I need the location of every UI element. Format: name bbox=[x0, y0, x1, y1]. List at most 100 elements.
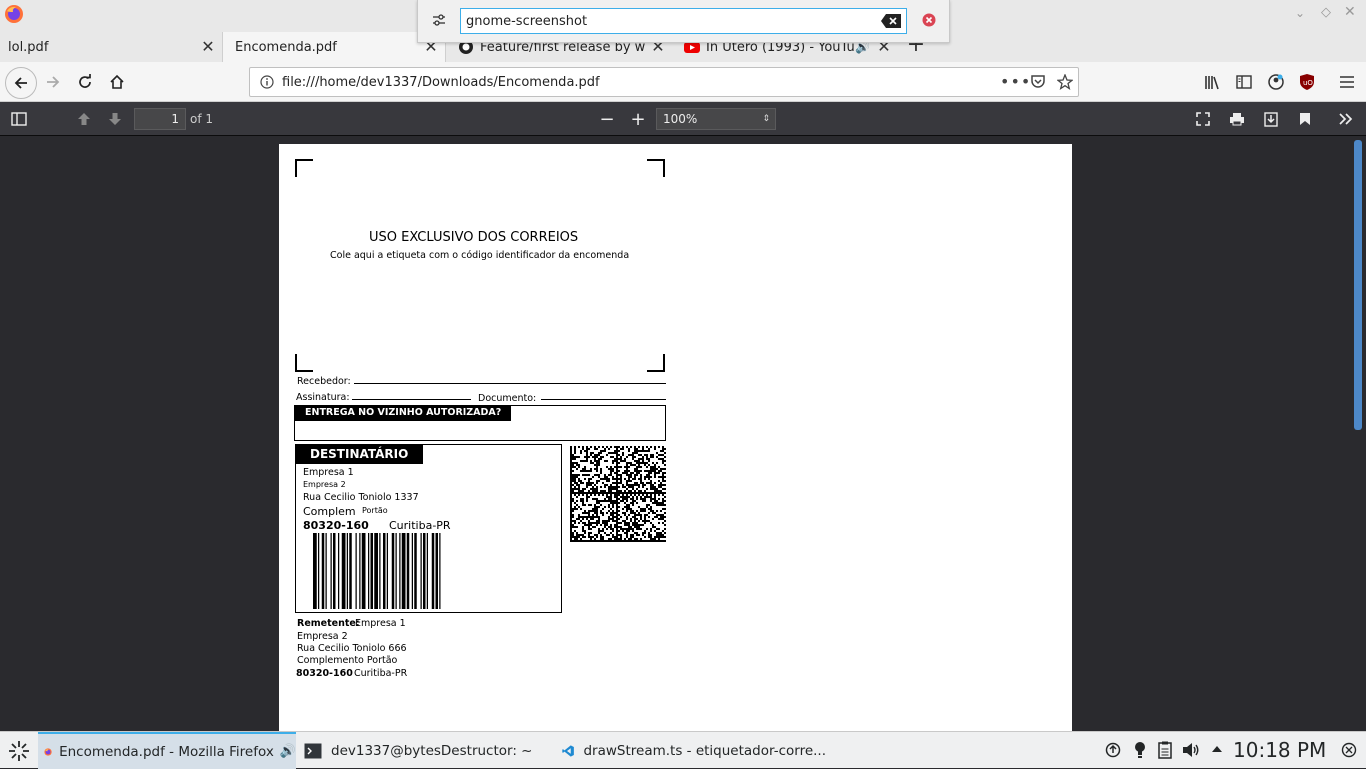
maximize-icon[interactable]: ◇ bbox=[1321, 5, 1335, 20]
task-label: dev1337@bytesDestructor: ~ bbox=[331, 742, 533, 759]
barcode-bar bbox=[420, 533, 422, 609]
account-icon[interactable] bbox=[1268, 74, 1284, 90]
updates-icon[interactable] bbox=[1105, 742, 1121, 758]
window-close-icon[interactable]: ✕ bbox=[1344, 4, 1360, 20]
barcode-bar bbox=[395, 533, 397, 609]
dest-city: Curitiba-PR bbox=[389, 519, 451, 532]
crop-mark bbox=[647, 354, 665, 372]
tab-label: Encomenda.pdf bbox=[235, 39, 337, 55]
tools-button[interactable] bbox=[1333, 107, 1359, 131]
previous-page-button[interactable] bbox=[71, 107, 97, 131]
barcode-bar bbox=[359, 533, 361, 609]
recebedor-line bbox=[354, 383, 666, 384]
dest-complem: Complem bbox=[303, 505, 356, 518]
assinatura-label: Assinatura: bbox=[296, 392, 350, 403]
tray-expand-icon[interactable] bbox=[1211, 745, 1223, 753]
barcode-bar bbox=[423, 533, 426, 609]
forward-button[interactable] bbox=[38, 68, 68, 96]
task-firefox[interactable]: Encomenda.pdf - Mozilla Firefox 🔊 bbox=[38, 732, 296, 769]
print-button[interactable] bbox=[1224, 107, 1250, 131]
crop-mark bbox=[295, 159, 313, 177]
rem-line-2: Empresa 2 bbox=[297, 631, 348, 642]
vizinho-header: ENTREGA NO VIZINHO AUTORIZADA? bbox=[295, 406, 511, 421]
page-actions-icon[interactable]: ••• bbox=[1000, 72, 1031, 91]
barcode-bar bbox=[391, 533, 395, 609]
zoom-out-button[interactable]: − bbox=[594, 107, 620, 131]
arrow-left-icon bbox=[14, 77, 27, 89]
url-text: file:///home/dev1337/Downloads/Encomenda… bbox=[282, 75, 600, 90]
tab-lol-pdf[interactable]: lol.pdf ✕ bbox=[0, 32, 222, 62]
documento-label: Documento: bbox=[478, 393, 537, 404]
sidebar-icon[interactable] bbox=[1236, 75, 1252, 89]
barcode-bar bbox=[374, 533, 378, 609]
bookmark-star-icon[interactable] bbox=[1057, 74, 1073, 90]
next-page-button[interactable] bbox=[102, 107, 128, 131]
home-icon bbox=[110, 74, 124, 89]
firefox-icon bbox=[44, 747, 52, 756]
page-number-input[interactable] bbox=[134, 108, 186, 130]
library-icon[interactable] bbox=[1204, 75, 1220, 90]
barcode-bar bbox=[346, 533, 348, 609]
info-icon[interactable] bbox=[260, 75, 274, 89]
clock[interactable]: 10:18 PM bbox=[1233, 738, 1326, 762]
dest-line-2: Empresa 2 bbox=[303, 480, 346, 489]
zoom-value: 100% bbox=[663, 112, 698, 126]
ublock-icon[interactable]: uO bbox=[1299, 73, 1315, 91]
rem-line-3: Rua Cecilio Toniolo 666 bbox=[297, 643, 407, 654]
barcode-bar bbox=[361, 533, 366, 609]
back-button[interactable] bbox=[5, 67, 37, 99]
home-button[interactable] bbox=[102, 68, 132, 96]
url-bar[interactable]: file:///home/dev1337/Downloads/Encomenda… bbox=[249, 67, 1079, 97]
navigation-toolbar: file:///home/dev1337/Downloads/Encomenda… bbox=[0, 62, 1366, 102]
recebedor-label: Recebedor: bbox=[297, 376, 351, 387]
barcode bbox=[313, 533, 441, 609]
barcode-bar bbox=[399, 533, 401, 609]
barcode-bar bbox=[313, 533, 317, 609]
double-chevron-right-icon bbox=[1339, 113, 1353, 125]
close-tab-icon[interactable]: ✕ bbox=[200, 39, 216, 55]
clipboard-icon[interactable] bbox=[1158, 741, 1172, 759]
clear-text-icon[interactable] bbox=[880, 13, 902, 29]
task-terminal[interactable]: dev1337@bytesDestructor: ~ bbox=[298, 732, 548, 769]
notifications-icon[interactable] bbox=[1133, 741, 1147, 759]
menu-icon[interactable] bbox=[1339, 75, 1355, 89]
barcode-bar bbox=[341, 533, 346, 609]
documento-line bbox=[541, 399, 666, 400]
rem-line-1: Empresa 1 bbox=[355, 618, 406, 629]
barcode-bar bbox=[383, 533, 386, 609]
barcode-bar bbox=[379, 533, 381, 609]
page-count: of 1 bbox=[190, 112, 214, 126]
firefox-icon[interactable] bbox=[4, 4, 24, 24]
pocket-icon[interactable] bbox=[1030, 75, 1046, 90]
show-desktop-icon[interactable] bbox=[1341, 742, 1357, 758]
bookmark-button[interactable] bbox=[1292, 107, 1318, 131]
task-vscode[interactable]: drawStream.ts - etiquetador-corre... bbox=[556, 732, 826, 769]
rem-line-4: Complemento Portão bbox=[297, 655, 398, 666]
reload-icon bbox=[79, 74, 91, 88]
bookmark-icon bbox=[1300, 113, 1310, 125]
select-arrows-icon: ⇕ bbox=[762, 114, 770, 124]
barcode-bar bbox=[370, 533, 373, 609]
toggle-sidebar-button[interactable] bbox=[6, 107, 32, 131]
task-label: drawStream.ts - etiquetador-corre... bbox=[583, 742, 826, 759]
pdf-viewer[interactable]: USO EXCLUSIVO DOS CORREIOS Cole aqui a e… bbox=[0, 136, 1366, 731]
barcode-bar bbox=[431, 533, 435, 609]
audio-playing-icon[interactable]: 🔊 bbox=[280, 744, 296, 759]
zoom-in-button[interactable]: + bbox=[625, 107, 651, 131]
pdf-toolbar: of 1 − + 100% ⇕ bbox=[0, 102, 1366, 136]
download-icon bbox=[1264, 111, 1278, 127]
zoom-select[interactable]: 100% ⇕ bbox=[656, 108, 776, 130]
vertical-scrollbar[interactable] bbox=[1354, 140, 1362, 430]
reload-button[interactable] bbox=[70, 68, 100, 96]
barcode-bar bbox=[426, 533, 428, 609]
presentation-mode-button[interactable] bbox=[1190, 107, 1216, 131]
settings-sliders-icon[interactable] bbox=[432, 13, 446, 27]
close-search-icon[interactable] bbox=[922, 13, 936, 27]
tab-encomenda-pdf[interactable]: Encomenda.pdf ✕ bbox=[222, 32, 446, 62]
app-launcher-icon[interactable] bbox=[8, 740, 30, 762]
arrow-right-icon bbox=[47, 76, 60, 88]
download-button[interactable] bbox=[1258, 107, 1284, 131]
volume-icon[interactable] bbox=[1182, 742, 1200, 758]
search-input[interactable] bbox=[460, 8, 907, 34]
tab-overflow-icon[interactable]: ⌄ bbox=[1295, 6, 1311, 22]
